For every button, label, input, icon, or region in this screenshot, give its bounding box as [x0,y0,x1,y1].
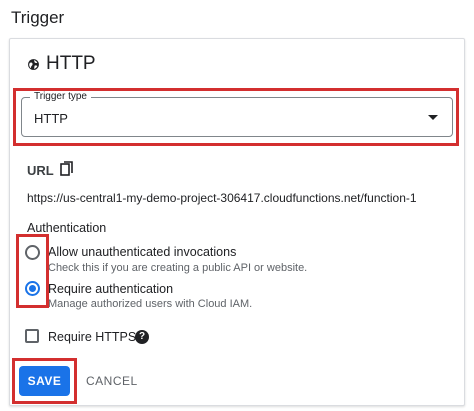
require-authentication-label[interactable]: Require authentication [48,282,173,296]
highlight-box-radios [16,234,49,308]
section-title: Trigger [11,8,65,27]
card-header: HTTP [27,53,96,75]
require-authentication-description: Manage authorized users with Cloud IAM. [48,298,253,310]
allow-unauthenticated-label[interactable]: Allow unauthenticated invocations [48,245,236,259]
url-value: https://us-central1-my-demo-project-3064… [27,191,417,205]
highlight-box-save [12,358,77,404]
url-label: URL [27,163,54,178]
cancel-button[interactable]: CANCEL [86,374,138,388]
require-https-label[interactable]: Require HTTPS [48,330,136,344]
copy-icon[interactable] [60,161,74,177]
globe-icon [28,58,39,70]
highlight-box-trigger-type [13,88,459,146]
card-title: HTTP [46,53,96,74]
require-https-checkbox[interactable] [25,329,39,343]
authentication-label: Authentication [27,221,107,235]
help-icon[interactable]: ? [135,330,149,344]
allow-unauthenticated-description: Check this if you are creating a public … [48,262,308,274]
